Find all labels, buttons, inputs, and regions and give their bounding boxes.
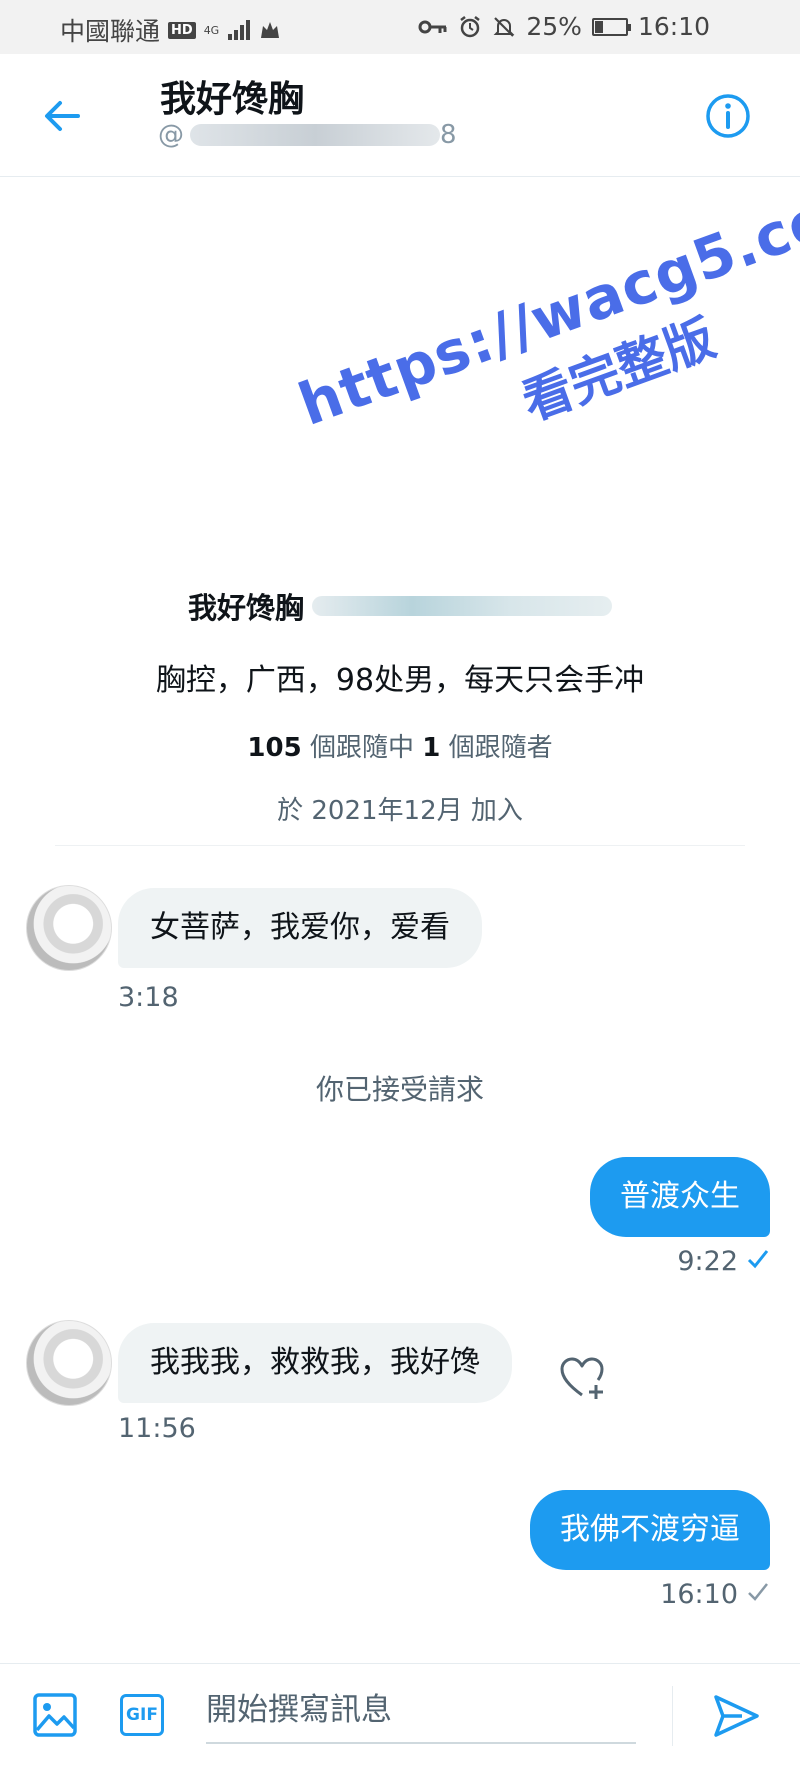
battery-percent: 25%: [526, 12, 582, 41]
signal-icon: [228, 20, 251, 40]
message-meta: 16:10: [660, 1579, 770, 1610]
profile-name: 我好馋胸: [187, 591, 304, 625]
handle-prefix: @: [158, 120, 184, 150]
following-count: 105: [247, 733, 302, 763]
followers-count: 1: [422, 733, 441, 763]
message-meta: 9:22: [677, 1246, 770, 1277]
divider: [55, 845, 745, 846]
redacted-name-extra: [312, 596, 612, 616]
message-time: 9:22: [677, 1246, 738, 1277]
network-type: 4G: [203, 23, 220, 37]
profile-summary: 我好馋胸 胸控，广西，98处男，每天只会手冲 105 個跟隨中 1 個跟隨者 於…: [0, 585, 800, 827]
conversation-title: 我好馋胸: [160, 79, 305, 120]
message-bubble-outgoing[interactable]: 普渡众生: [590, 1157, 770, 1237]
key-icon: [418, 20, 447, 33]
notification-app-icon: [261, 22, 280, 38]
battery-icon: [591, 17, 631, 36]
avatar[interactable]: [26, 1320, 112, 1406]
watermark: https://wacg5.com 看完整版: [290, 163, 800, 507]
profile-bio: 胸控，广西，98处男，每天只会手冲: [155, 663, 645, 698]
message-composer: GIF: [0, 1663, 800, 1779]
profile-name-row[interactable]: 我好馋胸: [0, 585, 800, 627]
image-icon[interactable]: [32, 1692, 78, 1738]
watermark-url: https://wacg5.com: [290, 162, 800, 439]
alarm-icon: [460, 15, 481, 37]
message-time: 3:18: [118, 982, 179, 1013]
mute-notifications-icon: [493, 16, 515, 37]
message-bubble-incoming[interactable]: 我我我，救救我，我好馋: [118, 1323, 512, 1403]
info-icon[interactable]: [704, 92, 752, 140]
watermark-text: 看完整版: [514, 308, 723, 432]
handle-suffix: 8: [440, 120, 457, 150]
follow-stats: 105 個跟隨中 1 個跟隨者: [0, 727, 800, 764]
back-arrow-icon[interactable]: [40, 94, 84, 138]
clock: 16:10: [637, 12, 710, 41]
user-handle: @ 8: [158, 120, 457, 150]
heart-add-icon[interactable]: [558, 1355, 608, 1401]
conversation-header: 我好馋胸 @ 8: [0, 54, 800, 177]
carrier-name: 中國聯通: [60, 17, 161, 46]
message-time: 11:56: [118, 1413, 196, 1444]
joined-date: 於 2021年12月 加入: [277, 796, 523, 826]
following-label[interactable]: 個跟隨中: [310, 733, 414, 763]
sent-check-icon: [748, 1583, 768, 1601]
message-bubble-outgoing[interactable]: 我佛不渡穷逼: [530, 1490, 770, 1570]
redacted-handle: [190, 124, 440, 146]
request-accepted-note: 你已接受請求: [315, 1073, 484, 1106]
gif-button[interactable]: GIF: [120, 1694, 164, 1736]
message-bubble-incoming[interactable]: 女菩萨，我爱你，爱看: [118, 888, 482, 968]
status-bar: 中國聯通 HD 4G 25% 16:10: [0, 0, 800, 54]
message-input[interactable]: [206, 1678, 636, 1744]
divider: [672, 1686, 673, 1746]
read-check-icon: [747, 1250, 769, 1269]
avatar[interactable]: [26, 885, 112, 971]
followers-label[interactable]: 個跟隨者: [449, 733, 553, 763]
send-icon[interactable]: [712, 1692, 760, 1740]
hd-badge: HD: [168, 21, 196, 39]
message-time: 16:10: [660, 1579, 738, 1610]
